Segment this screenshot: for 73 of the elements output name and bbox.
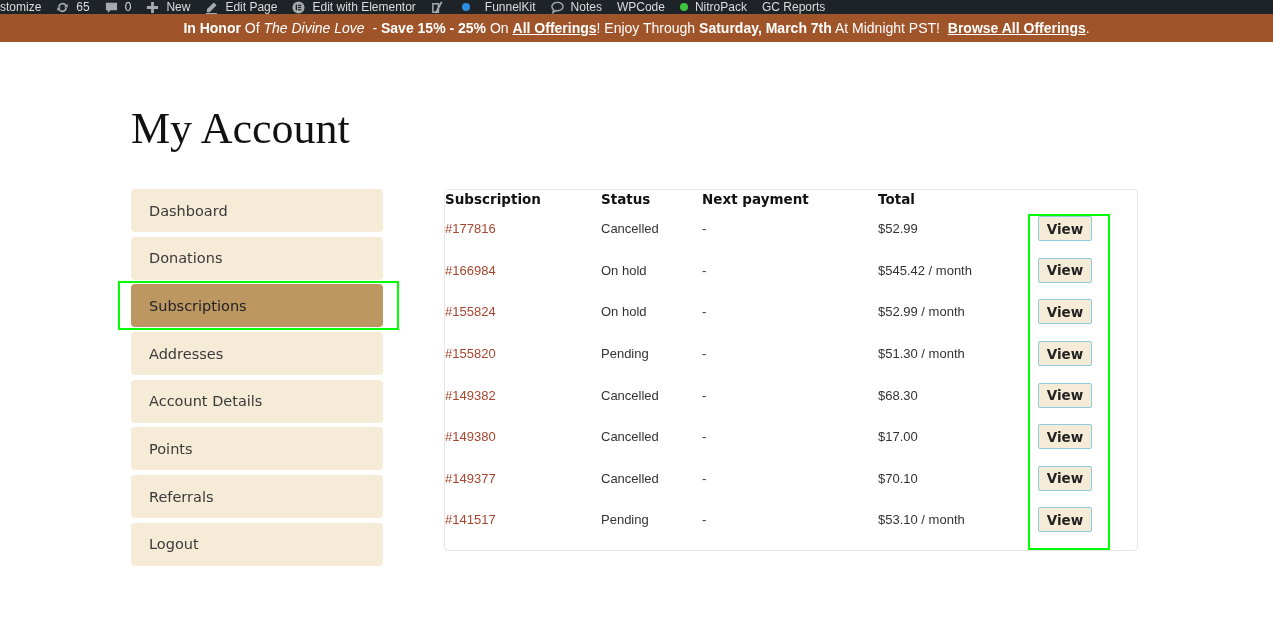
sidebar-item[interactable]: Addresses	[131, 332, 383, 376]
next-payment-text: -	[702, 346, 707, 362]
next-payment-text: -	[702, 470, 707, 486]
subscription-link[interactable]: #149380	[445, 429, 496, 445]
view-button[interactable]: View	[1038, 216, 1092, 242]
subscription-link[interactable]: #177816	[445, 221, 496, 237]
total-text: $17.00	[878, 429, 918, 445]
comment-icon	[104, 0, 118, 14]
subscription-link[interactable]: #141517	[445, 512, 496, 528]
status-text: Pending	[601, 512, 649, 528]
view-button[interactable]: View	[1038, 299, 1092, 325]
subscription-link[interactable]: #155820	[445, 346, 496, 362]
next-payment-text: -	[702, 262, 707, 278]
toolbar-link[interactable]: Notes	[550, 0, 602, 14]
next-payment-text: -	[702, 429, 707, 445]
view-button[interactable]: View	[1038, 465, 1092, 491]
toolbar-link[interactable]: NitroPack	[679, 0, 747, 14]
subscription-link[interactable]: #166984	[445, 262, 496, 278]
toolbar-link[interactable]: FunnelKit	[484, 0, 536, 14]
speech-bubble-icon	[550, 0, 564, 14]
subscription-link[interactable]: #149377	[445, 470, 496, 486]
sidebar-item[interactable]: Dashboard	[131, 189, 383, 232]
pencil-icon	[205, 0, 219, 14]
offerings-link[interactable]: All Offerings	[512, 20, 597, 36]
promo-text: In Honor Of The Divine Love - Save 15% - 25% On All Offerings! Enjoy Through Saturday, March 7th At Midnight PST! Browse All Offerings.	[183, 19, 1090, 37]
status-text: Cancelled	[601, 387, 659, 403]
toolbar-link[interactable]: Edit Page	[205, 0, 278, 14]
view-button[interactable]: View	[1038, 257, 1092, 283]
column-header: Subscription	[445, 190, 542, 208]
next-payment-text: -	[702, 387, 707, 403]
status-text: Cancelled	[601, 470, 659, 486]
column-header: Total	[878, 190, 916, 208]
subscription-link[interactable]: #149382	[445, 387, 496, 403]
toolbar-link[interactable]: 0	[104, 0, 132, 14]
sidebar-item[interactable]: Referrals	[131, 475, 383, 519]
status-text: Cancelled	[601, 221, 659, 237]
status-text: Pending	[601, 346, 649, 362]
sidebar-item[interactable]: Account Details	[131, 379, 383, 423]
sidebar-item[interactable]: Points	[131, 427, 383, 471]
column-header: Status	[601, 190, 652, 208]
toolbar-link[interactable]: Edit with Elementor	[292, 0, 416, 14]
sidebar-item[interactable]: Donations	[131, 236, 383, 280]
view-button[interactable]: View	[1038, 424, 1092, 450]
toolbar-link[interactable]: GC Reports	[761, 0, 826, 14]
next-payment-text: -	[702, 221, 707, 237]
page-title: My Account	[131, 104, 351, 154]
offerings-link[interactable]: Browse All Offerings	[947, 20, 1086, 36]
toolbar-link[interactable]: WPCode	[616, 0, 665, 14]
plugin-logo-icon[interactable]	[430, 0, 444, 14]
toolbar-link[interactable]: stomize	[0, 0, 42, 14]
toolbar-link[interactable]: 65	[56, 0, 90, 14]
sidebar-item[interactable]: Logout	[131, 522, 383, 566]
plus-icon	[146, 0, 160, 14]
total-text: $70.10	[878, 470, 918, 486]
column-header: Next payment	[702, 190, 810, 208]
status-text: Cancelled	[601, 429, 659, 445]
total-text: $51.30 / month	[878, 346, 965, 362]
status-text: On hold	[601, 262, 647, 278]
total-text: $52.99	[878, 221, 918, 237]
status-text: On hold	[601, 304, 647, 320]
total-text: $52.99 / month	[878, 304, 965, 320]
view-button[interactable]: View	[1038, 382, 1092, 408]
sidebar-item[interactable]: Subscriptions	[131, 284, 383, 328]
next-payment-text: -	[702, 304, 707, 320]
total-text: $545.42 / month	[878, 262, 972, 278]
view-button[interactable]: View	[1038, 341, 1092, 367]
view-button[interactable]: View	[1038, 507, 1092, 533]
subscription-link[interactable]: #155824	[445, 304, 496, 320]
total-text: $68.30	[878, 387, 918, 403]
next-payment-text: -	[702, 512, 707, 528]
toolbar-link[interactable]: New	[146, 0, 191, 14]
refresh-icon	[56, 0, 70, 14]
total-text: $53.10 / month	[878, 512, 965, 528]
